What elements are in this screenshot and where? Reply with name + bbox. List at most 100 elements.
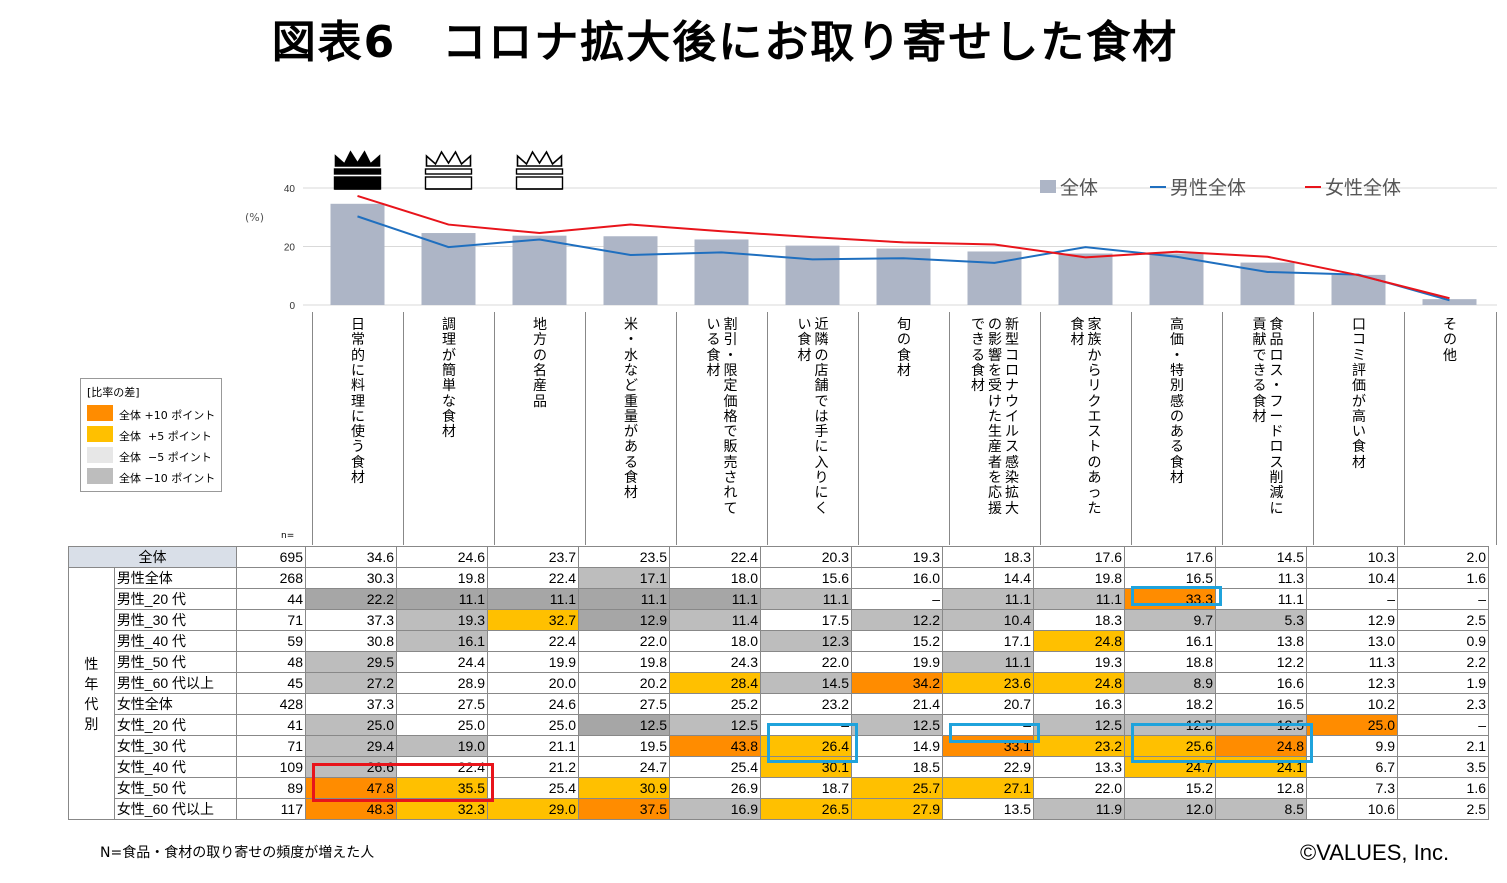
highlight-box <box>312 762 494 802</box>
table-row: 女性_60 代以上 117 48.3 32.3 29.0 37.5 16.9 26.5 27.9… <box>69 798 1489 820</box>
table-cell: 13.0 <box>1306 630 1398 652</box>
table-cell: 22.0 <box>760 651 852 673</box>
category-header-char: 材 <box>1070 332 1085 349</box>
row-n: 695 <box>236 546 306 568</box>
category-header: 食品ロス・フードロス削減に貢献できる食材 <box>1222 312 1314 545</box>
category-header-char: 食 <box>1269 317 1284 333</box>
category-header: 日常的に料理に使う食材 <box>312 312 404 545</box>
table-cell: 10.6 <box>1306 798 1398 820</box>
table-cell: 17.5 <box>760 609 852 631</box>
crown-icon-band <box>515 168 564 175</box>
category-header-char: が <box>624 424 638 441</box>
table-cell: 11.3 <box>1306 651 1398 673</box>
difference-legend: [比率の差] 全体 +10 ポイント 全体 +5 ポイント 全体 −5 ポイント… <box>80 378 222 492</box>
category-header-char: 食 <box>706 347 721 364</box>
table-cell: 20.0 <box>487 672 579 694</box>
table-cell: 5.3 <box>1215 609 1307 631</box>
crown-icon-base <box>515 176 564 190</box>
category-header-char: 削 <box>1269 470 1284 486</box>
category-header-char: な <box>442 393 456 410</box>
legend-label: 全体 +5 ポイント <box>119 430 212 443</box>
row-n: 117 <box>236 798 306 820</box>
table-cell: 7.3 <box>1306 777 1398 799</box>
category-header-char: 入 <box>814 454 829 471</box>
category-header-char: っ <box>1087 485 1102 502</box>
category-header: 地方の名産品 <box>494 312 586 545</box>
table-cell: 23.6 <box>942 672 1034 694</box>
category-header-char: 口 <box>1352 317 1366 333</box>
row-label: 男性_20 代 <box>113 588 238 610</box>
category-header: その他 <box>1404 312 1497 545</box>
category-header-char: が <box>1352 393 1366 410</box>
table-cell: 28.4 <box>669 672 761 694</box>
category-header-char: 割 <box>723 317 738 333</box>
category-header-char: 応 <box>988 485 1002 502</box>
category-header-char: あ <box>624 439 638 456</box>
category-header-char: 米 <box>624 317 638 333</box>
category-header-char: 価 <box>723 393 738 410</box>
category-header-char: 食 <box>1170 454 1184 471</box>
legend-marker <box>1040 180 1056 193</box>
category-header-char: ロ <box>1269 439 1284 456</box>
category-header-char: の <box>1443 332 1457 349</box>
table-cell: 1.9 <box>1397 672 1489 694</box>
category-header-char: ミ <box>1352 347 1366 364</box>
category-header-char: ・ <box>723 347 738 364</box>
table-cell: 20.3 <box>760 546 852 568</box>
category-header-char: は <box>814 408 829 425</box>
table-cell: 12.9 <box>1306 609 1398 631</box>
category-header-char: 手 <box>814 424 829 441</box>
table-cell: 13.3 <box>1033 756 1125 778</box>
category-header-char: に <box>814 485 829 502</box>
group-label: 性年代別 <box>68 567 115 820</box>
row-label: 女性_40 代 <box>113 756 238 778</box>
crown-icon-band <box>333 168 382 175</box>
category-header-char: ロ <box>1269 347 1284 364</box>
row-n: 71 <box>236 735 306 757</box>
category-header-char: 家 <box>1087 317 1102 333</box>
table-row: 男性_60 代以上 45 27.2 28.9 20.0 20.2 28.4 14.5 34.2 2… <box>69 672 1489 694</box>
table-cell: 19.8 <box>1033 567 1125 589</box>
category-header-char: 単 <box>442 378 456 395</box>
table-cell: 12.0 <box>1124 798 1216 820</box>
legend-label: 女性全体 <box>1325 177 1401 199</box>
category-header-char: に <box>351 408 365 425</box>
highlight-box <box>1131 586 1222 606</box>
table-cell: 25.0 <box>396 714 488 736</box>
table-cell: 12.8 <box>1215 777 1307 799</box>
category-header-char: 方 <box>533 332 547 349</box>
row-label: 男性_50 代 <box>113 651 238 673</box>
copyright: ©VALUES, Inc. <box>1300 840 1450 865</box>
table-cell: 18.5 <box>851 756 943 778</box>
bar <box>603 236 658 305</box>
table-cell: 15.2 <box>1124 777 1216 799</box>
table-cell: 11.3 <box>1215 567 1307 589</box>
category-header-char: ・ <box>1170 347 1184 364</box>
row-label: 女性_20 代 <box>113 714 238 736</box>
table-cell: 18.2 <box>1124 693 1216 715</box>
table-cell: – <box>1306 588 1398 610</box>
table-cell: 29.4 <box>305 735 397 757</box>
category-header-char: き <box>1252 362 1267 379</box>
table-cell: 11.1 <box>487 588 579 610</box>
category-header-char: 旬 <box>897 317 911 333</box>
table-cell: 12.3 <box>760 630 852 652</box>
table-cell: 26.5 <box>760 798 852 820</box>
table-cell: 12.3 <box>1306 672 1398 694</box>
bar <box>421 233 476 305</box>
table-cell: 12.5 <box>669 714 761 736</box>
highlight-box <box>767 723 858 763</box>
table-cell: 12.2 <box>851 609 943 631</box>
y-tick-label: 20 <box>284 243 296 254</box>
table-cell: 29.0 <box>487 798 579 820</box>
crown-icon <box>425 150 472 167</box>
table-cell: 10.3 <box>1306 546 1398 568</box>
table-row: 女性_50 代 89 47.8 35.5 25.4 30.9 26.9 18.7 25.7 27.… <box>69 777 1489 799</box>
category-header-char: ド <box>1269 424 1284 441</box>
legend-item: 全体 +5 ポイント <box>87 426 217 443</box>
category-header-char: コ <box>1352 332 1366 349</box>
category-header-char: 産 <box>533 378 547 395</box>
table-cell: 16.5 <box>1215 693 1307 715</box>
table-row: 男性_50 代 48 29.5 24.4 19.9 19.8 24.3 22.0 19.9 11.… <box>69 651 1489 673</box>
table-cell: 14.4 <box>942 567 1034 589</box>
